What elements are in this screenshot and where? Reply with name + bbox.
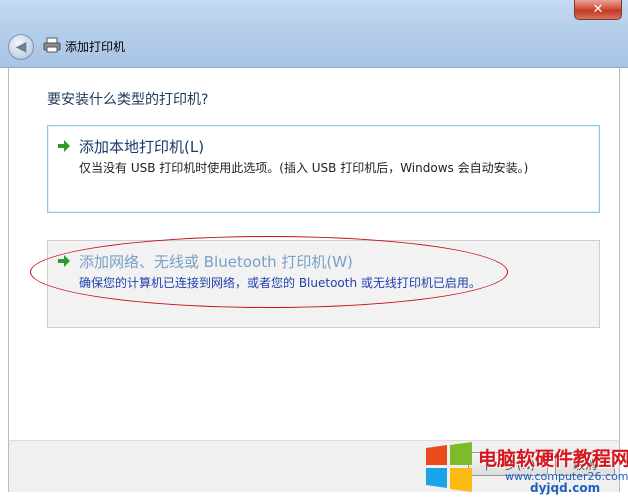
title-bar <box>0 0 628 68</box>
option-title: 添加本地打印机(L) <box>79 138 205 156</box>
option-description: 确保您的计算机已连接到网络，或者您的 Bluetooth 或无线打印机已启用。 <box>79 276 481 290</box>
add-local-printer-option[interactable]: 添加本地打印机(L) 仅当没有 USB 打印机时使用此选项。(插入 USB 打印… <box>47 125 600 213</box>
watermark-domain: dyjqd.com <box>530 481 601 495</box>
page-heading: 要安装什么类型的打印机? <box>47 92 209 108</box>
close-button[interactable]: ✕ <box>574 0 622 20</box>
watermark-logo <box>426 442 472 492</box>
green-arrow-icon <box>58 140 70 152</box>
printer-icon <box>43 37 61 53</box>
add-network-printer-option[interactable]: 添加网络、无线或 Bluetooth 打印机(W) 确保您的计算机已连接到网络，… <box>47 240 600 328</box>
option-description: 仅当没有 USB 打印机时使用此选项。(插入 USB 打印机后，Windows … <box>79 161 529 175</box>
green-arrow-icon <box>58 255 70 267</box>
back-button[interactable]: ◀ <box>8 34 34 60</box>
option-title: 添加网络、无线或 Bluetooth 打印机(W) <box>79 253 353 271</box>
back-arrow-icon: ◀ <box>15 39 27 55</box>
window-title: 添加打印机 <box>65 40 126 54</box>
watermark-title: 电脑软硬件教程网 <box>478 448 628 470</box>
